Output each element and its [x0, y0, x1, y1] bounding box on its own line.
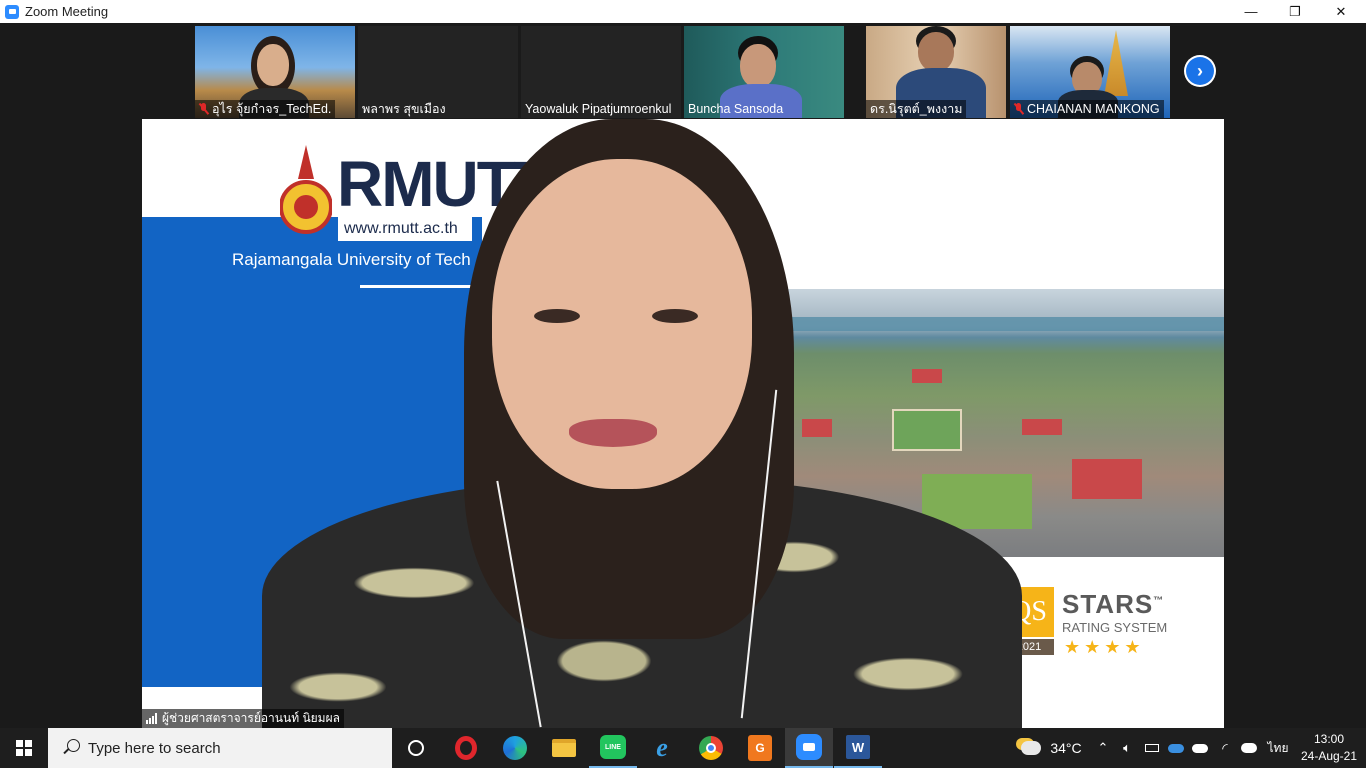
line-taskbar-button[interactable]: LINE — [589, 728, 637, 768]
active-speaker-video[interactable]: RMUTT www.rmutt.ac.th Rajamangala Univer… — [142, 119, 1224, 728]
opera-taskbar-button[interactable] — [442, 728, 490, 768]
participant-tile[interactable]: อุไร จุ้ยกำจร_TechEd. — [195, 26, 355, 118]
show-hidden-icons-button[interactable]: ⌃ — [1094, 728, 1112, 768]
onedrive-button[interactable] — [1166, 728, 1186, 768]
speaker-icon: 🔈︎ — [1123, 740, 1131, 755]
pdf-app-taskbar-button[interactable]: G — [736, 728, 784, 768]
weather-temperature[interactable]: 34°C — [1046, 728, 1086, 768]
restore-button[interactable]: ❐ — [1272, 0, 1318, 23]
participant-tile[interactable]: CHAIANAN MANKONG — [1010, 26, 1170, 118]
university-seal-icon — [280, 145, 332, 234]
internet-explorer-taskbar-button[interactable]: e — [638, 728, 686, 768]
taskbar: Type here to search LINE e G W 34°C ⌃ 🔈︎… — [0, 728, 1366, 768]
mic-muted-icon — [1014, 103, 1023, 115]
pdf-icon: G — [748, 735, 772, 761]
active-speaker-name: ผู้ช่วยศาสตราจารย์อานนท์ นิยมผล — [142, 709, 344, 728]
next-page-button[interactable]: › — [1184, 55, 1216, 87]
zoom-icon — [796, 734, 822, 760]
battery-icon — [1145, 744, 1159, 752]
onedrive-personal-button[interactable] — [1190, 728, 1210, 768]
chrome-icon — [699, 736, 723, 760]
line-icon: LINE — [600, 735, 626, 759]
university-name: Rajamangala University of Tech — [232, 250, 471, 269]
participant-tile[interactable]: พลาพร สุขเมือง — [358, 26, 518, 118]
zoom-taskbar-button[interactable] — [785, 728, 833, 768]
weather-button[interactable] — [1018, 728, 1044, 768]
title-bar: Zoom Meeting — ❐ ✕ — [0, 0, 1366, 23]
participant-name: CHAIANAN MANKONG — [1010, 100, 1164, 118]
cloud-icon — [1192, 743, 1208, 753]
qs-stars-badge: QS 2021 STARS™ RATING SYSTEM ★★★★ — [1004, 587, 1176, 657]
internet-explorer-icon: e — [656, 733, 668, 762]
folder-icon — [552, 739, 576, 757]
task-view-button[interactable] — [392, 728, 440, 768]
mic-muted-icon — [199, 103, 208, 115]
clock-date: 24-Aug-21 — [1300, 749, 1358, 763]
chevron-right-icon: › — [1186, 57, 1214, 85]
cloud-upload-icon — [1241, 743, 1257, 753]
minimize-button[interactable]: — — [1228, 0, 1274, 23]
input-language[interactable]: ไทย — [1264, 728, 1292, 768]
participant-tile[interactable]: Yaowaluk Pipatjumroenkul — [521, 26, 681, 118]
start-button[interactable] — [0, 728, 48, 768]
zoom-app-icon — [5, 4, 19, 19]
meeting-area: อุไร จุ้ยกำจร_TechEd. พลาพร สุขเมือง Yao… — [0, 23, 1366, 728]
volume-button[interactable]: 🔈︎ — [1116, 728, 1138, 768]
network-button[interactable]: ◜ — [1214, 728, 1236, 768]
clock[interactable]: 13:00 24-Aug-21 — [1294, 731, 1364, 765]
upload-button[interactable] — [1238, 728, 1260, 768]
windows-icon — [16, 740, 32, 756]
edge-icon — [503, 736, 527, 760]
participant-name: Yaowaluk Pipatjumroenkul — [525, 102, 672, 116]
participant-tile[interactable]: Buncha Sansoda — [684, 26, 844, 118]
participant-name: อุไร จุ้ยกำจร_TechEd. — [195, 100, 336, 118]
word-taskbar-button[interactable]: W — [834, 728, 882, 768]
edge-taskbar-button[interactable] — [491, 728, 539, 768]
opera-icon — [455, 736, 477, 760]
chrome-taskbar-button[interactable] — [687, 728, 735, 768]
file-explorer-taskbar-button[interactable] — [540, 728, 588, 768]
chevron-up-icon: ⌃ — [1097, 740, 1109, 755]
qs-rating-stars: ★★★★ — [1064, 637, 1145, 657]
qs-title: STARS™ — [1062, 589, 1165, 619]
window-title: Zoom Meeting — [25, 4, 109, 19]
qs-subtitle: RATING SYSTEM — [1062, 620, 1168, 635]
search-placeholder: Type here to search — [88, 739, 221, 757]
battery-button[interactable] — [1142, 728, 1162, 768]
clock-time: 13:00 — [1313, 732, 1345, 746]
divider — [360, 285, 480, 288]
word-icon: W — [846, 735, 870, 759]
task-view-icon — [408, 740, 424, 756]
participant-name: ดร.นิรุตต์_พงงาม — [866, 100, 967, 118]
participant-name: Buncha Sansoda — [688, 102, 784, 116]
participant-tile[interactable]: ดร.นิรุตต์_พงงาม — [866, 26, 1006, 118]
signal-strength-icon — [146, 713, 157, 724]
onedrive-cloud-icon — [1168, 743, 1184, 753]
wifi-icon: ◜ — [1222, 739, 1228, 756]
university-url: www.rmutt.ac.th — [338, 217, 472, 241]
search-box[interactable]: Type here to search — [48, 728, 392, 768]
participant-name: พลาพร สุขเมือง — [362, 102, 446, 116]
temple-icon — [1104, 30, 1128, 96]
close-button[interactable]: ✕ — [1318, 0, 1364, 23]
weather-icon — [1021, 741, 1041, 755]
search-icon — [62, 739, 80, 757]
